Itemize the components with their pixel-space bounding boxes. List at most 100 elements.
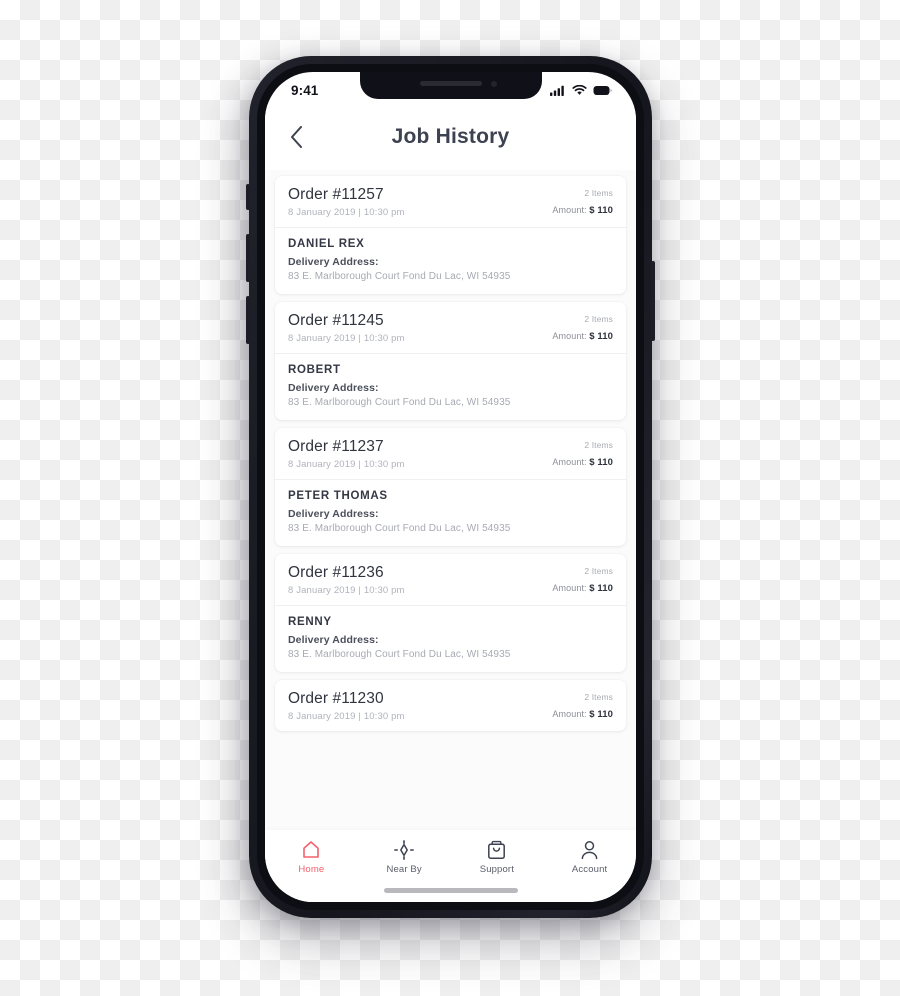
order-summary-row: Order #11245 8 January 2019 | 10:30 pm 2… xyxy=(275,302,626,354)
power-side-button[interactable] xyxy=(651,261,655,341)
device-notch xyxy=(359,72,542,99)
phone-screen: 9:41 Job History Order #11257 8 January … xyxy=(265,72,636,902)
order-amount-label: Amount: xyxy=(552,709,587,719)
order-amount-value: $ 110 xyxy=(589,205,613,216)
volume-down-button[interactable] xyxy=(246,296,250,344)
order-id: Order #11236 xyxy=(288,564,384,581)
order-amount-label: Amount: xyxy=(552,457,587,467)
order-details-row: PETER THOMAS Delivery Address: 83 E. Mar… xyxy=(275,480,626,546)
order-item-count: 2 Items xyxy=(584,440,613,450)
delivery-address-label: Delivery Address: xyxy=(288,256,379,268)
order-amount-value: $ 110 xyxy=(589,709,613,720)
tab-near-by-icon-wrap xyxy=(394,839,415,860)
tab-account-icon-wrap xyxy=(580,840,599,859)
order-card[interactable]: Order #11236 8 January 2019 | 10:30 pm 2… xyxy=(275,554,626,672)
order-summary-row: Order #11237 8 January 2019 | 10:30 pm 2… xyxy=(275,428,626,480)
order-summary-left: Order #11230 8 January 2019 | 10:30 pm xyxy=(288,690,405,722)
order-item-count: 2 Items xyxy=(584,188,613,198)
order-datetime: 8 January 2019 | 10:30 pm xyxy=(288,207,405,218)
tab-support-label: Support xyxy=(479,864,515,875)
order-id: Order #11230 xyxy=(288,690,384,707)
signal-icon xyxy=(550,85,564,96)
order-datetime-separator: | xyxy=(358,333,362,344)
crosshair-icon xyxy=(394,839,415,860)
order-amount: Amount: $ 110 xyxy=(552,457,613,468)
battery-icon xyxy=(593,85,612,95)
delivery-address-label: Delivery Address: xyxy=(288,508,379,520)
tab-home[interactable]: Home xyxy=(265,840,358,875)
order-amount-label: Amount: xyxy=(552,205,587,215)
order-id: Order #11257 xyxy=(288,186,384,203)
customer-name: DANIEL REX xyxy=(288,238,365,250)
customer-name: PETER THOMAS xyxy=(288,490,388,502)
order-amount: Amount: $ 110 xyxy=(552,331,613,342)
customer-name: RENNY xyxy=(288,616,332,628)
home-icon xyxy=(303,841,320,858)
order-time: 10:30 pm xyxy=(363,333,405,344)
order-amount-value: $ 110 xyxy=(589,331,613,342)
order-card[interactable]: Order #11237 8 January 2019 | 10:30 pm 2… xyxy=(275,428,626,546)
mute-switch-button[interactable] xyxy=(246,184,250,210)
order-date: 8 January 2019 xyxy=(288,333,356,344)
order-date: 8 January 2019 xyxy=(288,711,356,722)
order-details-row: DANIEL REX Delivery Address: 83 E. Marlb… xyxy=(275,228,626,294)
order-summary-right: 2 Items Amount: $ 110 xyxy=(552,438,613,468)
tab-home-label: Home xyxy=(298,864,325,875)
tab-account[interactable]: Account xyxy=(543,840,636,875)
order-amount-value: $ 110 xyxy=(589,583,613,594)
front-camera-icon xyxy=(490,81,497,87)
home-indicator[interactable] xyxy=(383,888,518,893)
order-summary-right: 2 Items Amount: $ 110 xyxy=(552,312,613,342)
order-summary-left: Order #11245 8 January 2019 | 10:30 pm xyxy=(288,312,405,344)
order-summary-right: 2 Items Amount: $ 110 xyxy=(552,564,613,594)
order-item-count: 2 Items xyxy=(584,692,613,702)
order-summary-row: Order #11236 8 January 2019 | 10:30 pm 2… xyxy=(275,554,626,606)
order-card[interactable]: Order #11257 8 January 2019 | 10:30 pm 2… xyxy=(275,176,626,294)
order-summary-left: Order #11236 8 January 2019 | 10:30 pm xyxy=(288,564,405,596)
order-amount-label: Amount: xyxy=(552,331,587,341)
customer-name: ROBERT xyxy=(288,364,341,376)
back-button[interactable] xyxy=(279,120,313,154)
order-id: Order #11237 xyxy=(288,438,384,455)
order-card[interactable]: Order #11230 8 January 2019 | 10:30 pm 2… xyxy=(275,680,626,731)
tab-support-icon-wrap xyxy=(487,840,506,859)
order-date: 8 January 2019 xyxy=(288,459,356,470)
order-card[interactable]: Order #11245 8 January 2019 | 10:30 pm 2… xyxy=(275,302,626,420)
tab-support[interactable]: Support xyxy=(451,840,544,875)
order-datetime-separator: | xyxy=(358,207,362,218)
order-datetime: 8 January 2019 | 10:30 pm xyxy=(288,711,405,722)
order-time: 10:30 pm xyxy=(363,585,405,596)
delivery-address-value: 83 E. Marlborough Court Fond Du Lac, WI … xyxy=(288,649,511,660)
order-summary-left: Order #11257 8 January 2019 | 10:30 pm xyxy=(288,186,405,218)
order-datetime-separator: | xyxy=(358,585,362,596)
tab-near-by[interactable]: Near By xyxy=(358,839,451,875)
chevron-left-icon xyxy=(290,126,302,148)
order-time: 10:30 pm xyxy=(363,207,405,218)
order-details-row: ROBERT Delivery Address: 83 E. Marlborou… xyxy=(275,354,626,420)
delivery-address-value: 83 E. Marlborough Court Fond Du Lac, WI … xyxy=(288,271,511,282)
order-time: 10:30 pm xyxy=(363,711,405,722)
order-datetime-separator: | xyxy=(358,711,362,722)
navigation-bar: Job History xyxy=(265,104,636,170)
order-date: 8 January 2019 xyxy=(288,207,356,218)
order-amount-value: $ 110 xyxy=(589,457,613,468)
status-bar-time: 9:41 xyxy=(291,82,319,98)
order-time: 10:30 pm xyxy=(363,459,405,470)
delivery-address-label: Delivery Address: xyxy=(288,634,379,646)
order-summary-right: 2 Items Amount: $ 110 xyxy=(552,690,613,720)
order-item-count: 2 Items xyxy=(584,566,613,576)
order-datetime-separator: | xyxy=(358,459,362,470)
status-bar-icons xyxy=(550,84,612,96)
volume-up-button[interactable] xyxy=(246,234,250,282)
tab-account-label: Account xyxy=(571,864,608,875)
order-summary-left: Order #11237 8 January 2019 | 10:30 pm xyxy=(288,438,405,470)
order-datetime: 8 January 2019 | 10:30 pm xyxy=(288,333,405,344)
phone-device-frame: 9:41 Job History Order #11257 8 January … xyxy=(246,56,655,918)
delivery-address-value: 83 E. Marlborough Court Fond Du Lac, WI … xyxy=(288,397,511,408)
earpiece-speaker-icon xyxy=(419,81,482,86)
order-datetime: 8 January 2019 | 10:30 pm xyxy=(288,585,405,596)
order-amount: Amount: $ 110 xyxy=(552,709,613,720)
job-history-list[interactable]: Order #11257 8 January 2019 | 10:30 pm 2… xyxy=(265,170,636,830)
order-amount: Amount: $ 110 xyxy=(552,583,613,594)
order-summary-row: Order #11257 8 January 2019 | 10:30 pm 2… xyxy=(275,176,626,228)
